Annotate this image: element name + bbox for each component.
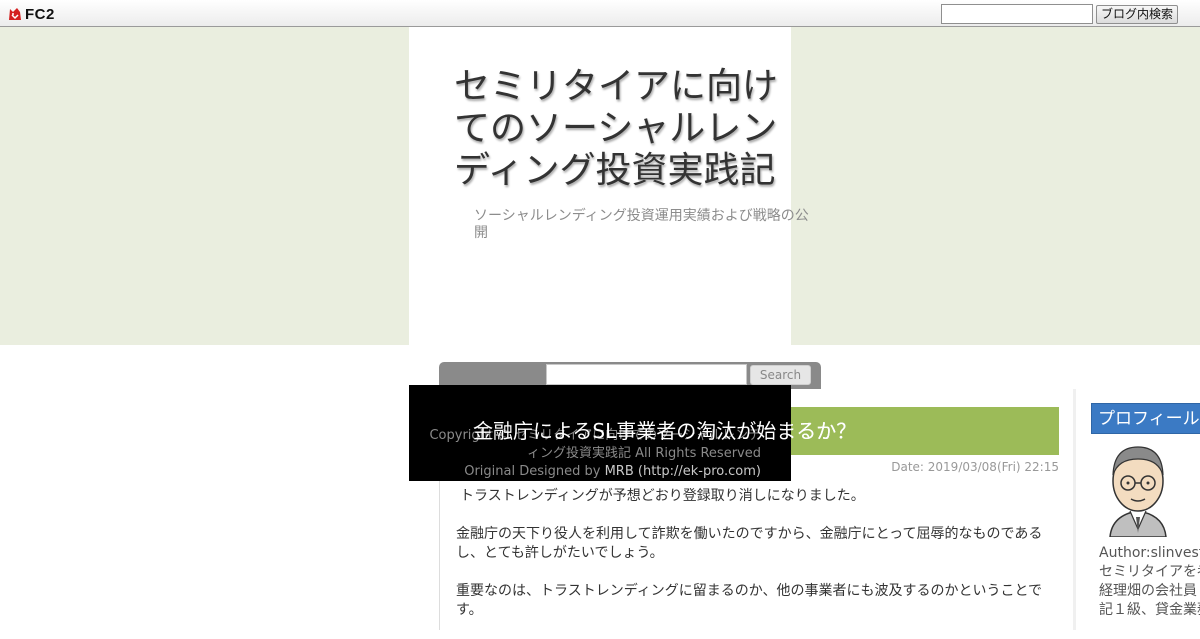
designer-link[interactable]: MRB (http://ek-pro.com) <box>605 464 761 479</box>
profile-line: 記１級、貸金業務 <box>1099 602 1200 618</box>
sidebar-divider <box>1073 389 1076 630</box>
profile-author[interactable]: Author:slinvestor <box>1099 544 1200 563</box>
profile-line: 経理畑の会社員 <box>1099 583 1197 599</box>
profile-heading: プロフィール <box>1091 403 1200 434</box>
profile-text: Author:slinvestor セミリタイアを考 経理畑の会社員 記１級、貸… <box>1099 544 1200 620</box>
entry-paragraph: 金融庁の天下り役人を利用して詐欺を働いたのですから、金融庁にとって屈辱的なもので… <box>456 526 1043 561</box>
fc2-toolbar: FC2 ブログ内検索 <box>0 0 1200 27</box>
avatar <box>1100 437 1176 537</box>
designed-by-label: Original Designed by <box>464 464 605 479</box>
fc2-fox-icon <box>9 8 21 20</box>
blog-title[interactable]: セミリタイアに向けてのソーシャルレンディング投資実践記 <box>454 66 794 192</box>
search-input[interactable] <box>546 364 747 385</box>
blog-description: ソーシャルレンディング投資運用実績および戦略の公開 <box>474 208 809 241</box>
entry-title-overlay[interactable]: 金融庁によるSL事業者の淘汰が始まるか？ <box>473 418 856 444</box>
entry-body: トラストレンディングが予想どおり登録取り消しになりました。 金融庁の天下り役人を… <box>456 487 1056 639</box>
entry-paragraph: トラストレンディングが予想どおり登録取り消しになりました。 <box>460 488 865 504</box>
search-button[interactable]: Search <box>750 365 811 385</box>
designed-by: Original Designed by MRB (http://ek-pro.… <box>409 463 761 481</box>
entry-paragraph: 重要なのは、トラストレンディングに留まるのか、他の事業者にも波及するのかというこ… <box>456 583 1043 618</box>
blog-search-button[interactable]: ブログ内検索 <box>1096 5 1178 24</box>
blog-search-input[interactable] <box>941 4 1093 24</box>
profile-line: セミリタイアを考 <box>1099 564 1200 580</box>
entry-date: Date: 2019/03/08(Fri) 22:15 <box>891 460 1059 474</box>
fc2-logo[interactable]: FC2 <box>7 5 55 23</box>
fc2-logo-text: FC2 <box>25 5 55 23</box>
copyright-line-2: ィング投資実践記 All Rights Reserved <box>526 446 761 461</box>
